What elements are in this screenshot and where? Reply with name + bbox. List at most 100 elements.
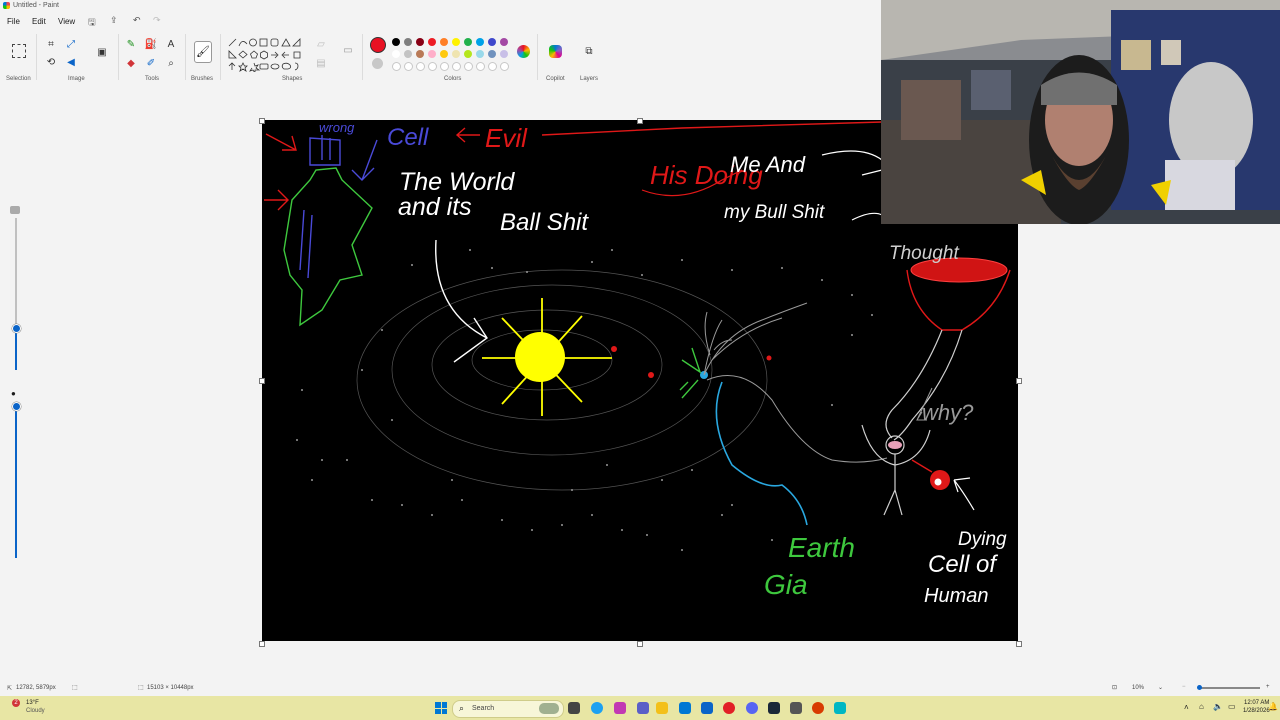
palette-swatch[interactable] bbox=[392, 38, 400, 46]
share-icon[interactable]: ⇪ bbox=[110, 15, 118, 26]
weather-temp[interactable]: 13°F bbox=[26, 700, 39, 706]
palette-swatch[interactable] bbox=[476, 38, 484, 46]
clock-date[interactable]: 1/28/2026 bbox=[1243, 708, 1270, 714]
magnifier-icon[interactable]: ⌕ bbox=[164, 57, 178, 71]
app-icon[interactable] bbox=[790, 702, 802, 714]
opera-icon[interactable] bbox=[723, 702, 735, 714]
palette-swatch[interactable] bbox=[488, 50, 496, 58]
color-picker-icon[interactable]: ✐ bbox=[144, 57, 158, 71]
discord-icon[interactable] bbox=[746, 702, 758, 714]
palette-swatch[interactable] bbox=[500, 38, 508, 46]
custom-color-slot[interactable] bbox=[440, 62, 449, 71]
palette-swatch[interactable] bbox=[416, 38, 424, 46]
resize-handle[interactable] bbox=[637, 641, 643, 647]
chevron-up-icon[interactable]: ˄ bbox=[1184, 703, 1189, 712]
resize-icon[interactable]: ⤢ bbox=[64, 38, 78, 52]
eraser-icon[interactable]: ◆ bbox=[124, 57, 138, 71]
speaker-icon[interactable]: 🔈 bbox=[1213, 702, 1223, 711]
text-icon[interactable]: A bbox=[164, 38, 178, 52]
resize-handle[interactable] bbox=[259, 118, 265, 124]
fit-to-window-icon[interactable]: ⊡ bbox=[1112, 684, 1117, 691]
store-icon[interactable] bbox=[679, 702, 691, 714]
battery-icon[interactable]: ▭ bbox=[1228, 702, 1236, 711]
zoom-slider[interactable] bbox=[1198, 687, 1260, 689]
resize-handle[interactable] bbox=[259, 641, 265, 647]
custom-color-slot[interactable] bbox=[488, 62, 497, 71]
palette-swatch[interactable] bbox=[428, 38, 436, 46]
outline-icon[interactable]: ▱ bbox=[314, 38, 328, 52]
selection-icon[interactable] bbox=[12, 44, 26, 58]
palette-swatch[interactable] bbox=[464, 50, 472, 58]
palette-swatch[interactable] bbox=[404, 50, 412, 58]
zoom-out-icon[interactable]: − bbox=[1182, 684, 1186, 690]
zoom-slider-thumb[interactable] bbox=[1197, 685, 1202, 690]
outlook-icon[interactable] bbox=[701, 702, 713, 714]
opacity-thumb[interactable] bbox=[12, 402, 21, 411]
custom-color-slot[interactable] bbox=[476, 62, 485, 71]
image-select-icon[interactable]: ▣ bbox=[95, 46, 109, 60]
copilot-taskbar-icon[interactable] bbox=[614, 702, 626, 714]
opacity-slider[interactable] bbox=[15, 402, 17, 558]
palette-swatch[interactable] bbox=[452, 50, 460, 58]
palette-swatch[interactable] bbox=[428, 50, 436, 58]
custom-color-slot[interactable] bbox=[452, 62, 461, 71]
resize-handle[interactable] bbox=[1016, 378, 1022, 384]
rotate-icon[interactable]: ⟲ bbox=[44, 56, 58, 70]
palette-swatch[interactable] bbox=[488, 38, 496, 46]
menu-file[interactable]: File bbox=[7, 17, 20, 26]
palette-swatch[interactable] bbox=[392, 50, 400, 58]
custom-color-slot[interactable] bbox=[404, 62, 413, 71]
palette-swatch[interactable] bbox=[440, 38, 448, 46]
undo-icon[interactable]: ↶ bbox=[133, 15, 141, 26]
shape-size-icon[interactable]: ▭ bbox=[341, 44, 355, 58]
task-view-icon[interactable] bbox=[568, 702, 580, 714]
custom-color-slot[interactable] bbox=[392, 62, 401, 71]
resize-handle[interactable] bbox=[259, 378, 265, 384]
weather-desc[interactable]: Cloudy bbox=[26, 708, 45, 714]
palette-swatch[interactable] bbox=[476, 50, 484, 58]
pencil-icon[interactable]: ✎ bbox=[124, 38, 138, 52]
palette-swatch[interactable] bbox=[452, 38, 460, 46]
menu-view[interactable]: View bbox=[58, 17, 75, 26]
custom-color-slot[interactable] bbox=[464, 62, 473, 71]
edit-colors-icon[interactable] bbox=[517, 45, 530, 58]
clock-time[interactable]: 12:07 AM bbox=[1244, 700, 1269, 706]
custom-color-slot[interactable] bbox=[428, 62, 437, 71]
palette-swatch[interactable] bbox=[464, 38, 472, 46]
primary-color-swatch[interactable] bbox=[370, 37, 386, 53]
brushes-icon[interactable]: 🖌 bbox=[194, 41, 212, 63]
save-icon[interactable]: 🖫 bbox=[88, 15, 96, 31]
resize-handle[interactable] bbox=[637, 118, 643, 124]
teams-icon[interactable] bbox=[637, 702, 649, 714]
zoom-level[interactable]: 10% bbox=[1132, 685, 1144, 691]
resize-handle[interactable] bbox=[1016, 641, 1022, 647]
zoom-in-icon[interactable]: + bbox=[1266, 684, 1270, 690]
flip-icon[interactable]: ◀ bbox=[64, 56, 78, 70]
zoom-dropdown-icon[interactable]: ⌄ bbox=[1158, 684, 1163, 691]
fill-icon[interactable]: ⛽ bbox=[144, 38, 158, 52]
notification-bell-icon[interactable]: 🔔 bbox=[1268, 702, 1278, 711]
menu-edit[interactable]: Edit bbox=[32, 17, 46, 26]
crop-icon[interactable]: ⌗ bbox=[44, 38, 58, 52]
shapes-gallery[interactable] bbox=[228, 38, 304, 75]
shape-fill-icon[interactable]: ▤ bbox=[314, 57, 328, 71]
file-explorer-icon[interactable] bbox=[656, 702, 668, 714]
edge-icon[interactable] bbox=[591, 702, 603, 714]
brush-size-thumb[interactable] bbox=[12, 324, 21, 333]
redo-icon[interactable]: ↷ bbox=[153, 15, 161, 26]
palette-swatch[interactable] bbox=[416, 50, 424, 58]
secondary-color-swatch[interactable] bbox=[372, 58, 383, 69]
network-icon[interactable]: ⌂ bbox=[1199, 702, 1204, 711]
custom-color-slot[interactable] bbox=[416, 62, 425, 71]
palette-swatch[interactable] bbox=[500, 50, 508, 58]
app-icon[interactable] bbox=[812, 702, 824, 714]
steam-icon[interactable] bbox=[768, 702, 780, 714]
taskbar-search[interactable]: ⌕ Search bbox=[452, 700, 564, 718]
paint-taskbar-icon[interactable] bbox=[834, 702, 846, 714]
copilot-icon[interactable] bbox=[549, 45, 562, 58]
palette-swatch[interactable] bbox=[440, 50, 448, 58]
layers-icon[interactable]: ⧉ bbox=[582, 45, 596, 59]
palette-swatch[interactable] bbox=[404, 38, 412, 46]
custom-color-slot[interactable] bbox=[500, 62, 509, 71]
start-button[interactable] bbox=[435, 702, 447, 714]
